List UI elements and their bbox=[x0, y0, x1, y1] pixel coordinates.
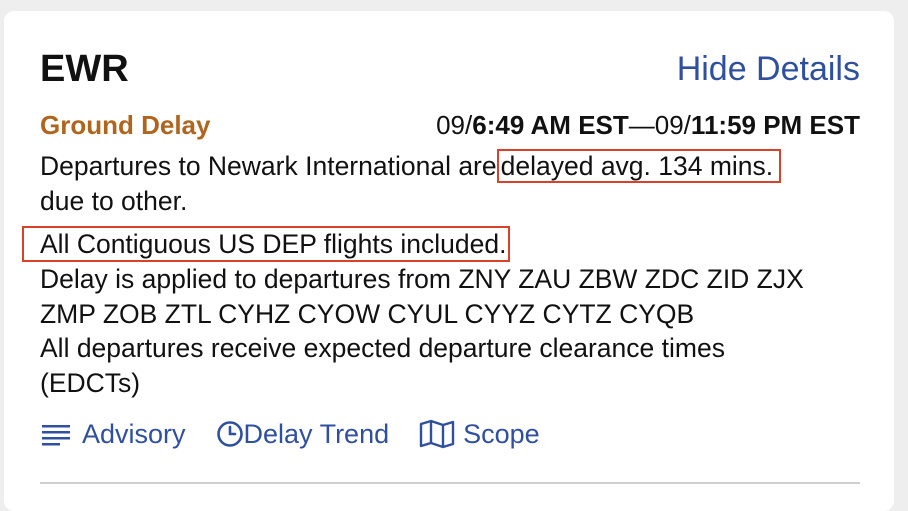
details-line-1: Departures to Newark International are de… bbox=[40, 149, 870, 184]
end-time: 11:59 PM EST bbox=[690, 110, 860, 140]
delay-card: EWR Hide Details Ground Delay 09/6:49 AM… bbox=[4, 11, 894, 511]
clock-icon bbox=[216, 421, 243, 447]
details-line-5: ZMP ZOB ZTL CYHZ CYOW CYUL CYYZ CYTZ CYQ… bbox=[40, 298, 695, 329]
hide-details-link[interactable]: Hide Details bbox=[677, 49, 860, 89]
included-flights-highlight: All Contiguous US DEP flights included. bbox=[22, 226, 511, 262]
airport-code: EWR bbox=[40, 48, 129, 90]
details-line-7: (EDCTs) bbox=[40, 367, 141, 398]
details-line-4: Delay is applied to departures from ZNY … bbox=[40, 264, 804, 294]
details-line-1-prefix: Departures to Newark International are bbox=[40, 151, 497, 181]
average-delay-highlight: delayed avg. 134 mins. bbox=[496, 149, 782, 183]
program-type: Ground Delay bbox=[40, 110, 211, 140]
delay-trend-link[interactable]: Delay Trend bbox=[216, 415, 390, 453]
program-time-range: 09/6:49 AM EST—09/11:59 PM EST bbox=[436, 109, 860, 141]
delay-details: Departures to Newark International are de… bbox=[22, 149, 870, 400]
map-icon bbox=[419, 419, 455, 449]
scope-label: Scope bbox=[463, 419, 540, 449]
divider bbox=[40, 482, 860, 484]
details-line-2: due to other. bbox=[40, 185, 188, 216]
end-day: 09/ bbox=[654, 110, 691, 140]
advisory-link[interactable]: Advisory bbox=[40, 415, 186, 453]
advisory-label: Advisory bbox=[82, 419, 186, 449]
time-separator: — bbox=[628, 110, 655, 140]
start-day: 09/ bbox=[436, 110, 473, 140]
lines-icon bbox=[42, 425, 70, 446]
delay-trend-label: Delay Trend bbox=[243, 419, 390, 449]
scope-link[interactable]: Scope bbox=[419, 415, 540, 453]
start-time: 6:49 AM EST bbox=[472, 110, 629, 140]
detail-links: Advisory Delay Trend Scope bbox=[40, 415, 570, 453]
details-line-6: All departures receive expected departur… bbox=[40, 333, 725, 363]
